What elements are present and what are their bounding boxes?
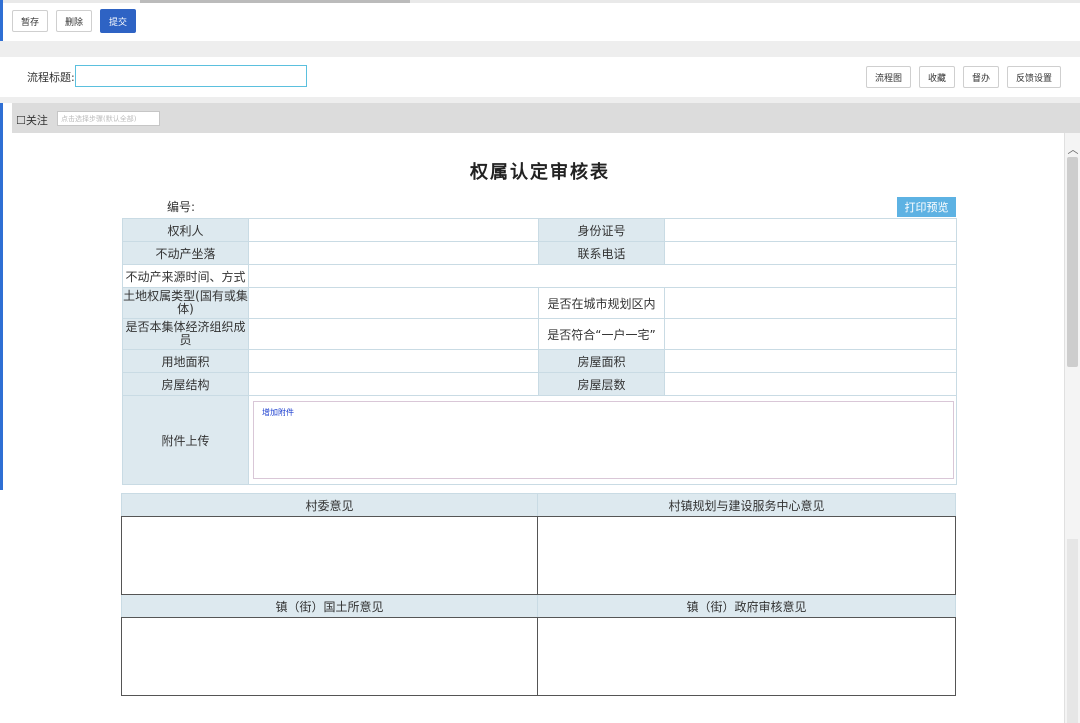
opinion-table: 村委意见 村镇规划与建设服务中心意见 镇（街）国土所意见 镇（街）政府审核意见: [121, 493, 956, 696]
location-label: 不动产坐落: [122, 241, 249, 265]
vertical-scrollbar[interactable]: ︿: [1064, 133, 1080, 723]
top-divider: [0, 0, 1080, 3]
land-office-opinion-header: 镇（街）国土所意见: [121, 594, 538, 618]
right-holder-field[interactable]: [248, 218, 539, 242]
id-number-label: 身份证号: [538, 218, 665, 242]
phone-field[interactable]: [664, 241, 957, 265]
collective-member-field[interactable]: [248, 318, 539, 350]
title-row: 流程标题: 流程图 收藏 督办 反馈设置: [0, 57, 1080, 97]
action-buttons: 流程图 收藏 督办 反馈设置: [865, 66, 1061, 88]
land-type-field[interactable]: [248, 287, 539, 319]
follow-bar: ☐关注 点击选择步骤(默认全部): [12, 103, 1080, 133]
house-area-label: 房屋面积: [538, 349, 665, 373]
source-field[interactable]: [248, 264, 957, 288]
floors-field[interactable]: [664, 372, 957, 396]
land-office-opinion-field[interactable]: [121, 617, 538, 696]
land-type-label: 土地权属类型(国有或集体): [122, 287, 249, 319]
scrollbar-thumb[interactable]: [1067, 157, 1078, 367]
step-select[interactable]: 点击选择步骤(默认全部): [57, 111, 160, 126]
property-form-table: 权利人 身份证号 不动产坐落 联系电话 不动产来源时间、方式 土地权属类型(国有…: [122, 218, 957, 485]
in-planning-label: 是否在城市规划区内: [538, 287, 665, 319]
delete-button[interactable]: 删除: [56, 10, 93, 32]
planning-center-opinion-field[interactable]: [537, 516, 956, 595]
feedback-settings-button[interactable]: 反馈设置: [1006, 66, 1061, 88]
supervise-button[interactable]: 督办: [962, 66, 999, 88]
attachment-box: 增加附件: [253, 401, 954, 479]
planning-center-opinion-header: 村镇规划与建设服务中心意见: [537, 493, 956, 517]
follow-checkbox[interactable]: ☐关注: [16, 112, 48, 128]
add-attachment-link[interactable]: 增加附件: [262, 407, 294, 418]
village-committee-opinion-header: 村委意见: [121, 493, 538, 517]
land-area-field[interactable]: [248, 349, 539, 373]
right-holder-label: 权利人: [122, 218, 249, 242]
source-label: 不动产来源时间、方式: [122, 264, 249, 288]
phone-label: 联系电话: [538, 241, 665, 265]
structure-field[interactable]: [248, 372, 539, 396]
id-number-field[interactable]: [664, 218, 957, 242]
process-title-input[interactable]: [75, 65, 307, 87]
submit-button[interactable]: 提交: [100, 9, 137, 33]
government-opinion-field[interactable]: [537, 617, 956, 696]
top-divider-accent: [140, 0, 410, 3]
scroll-up-arrow-icon[interactable]: ︿: [1065, 141, 1080, 157]
attachment-cell: 增加附件: [248, 395, 957, 485]
separator-band: [0, 41, 1080, 57]
structure-label: 房屋结构: [122, 372, 249, 396]
government-opinion-header: 镇（街）政府审核意见: [537, 594, 956, 618]
house-area-field[interactable]: [664, 349, 957, 373]
print-preview-button[interactable]: 打印预览: [897, 197, 956, 217]
attachment-label: 附件上传: [122, 395, 249, 485]
flowchart-button[interactable]: 流程图: [865, 66, 911, 88]
process-title-label: 流程标题:: [27, 71, 75, 84]
save-draft-button[interactable]: 暂存: [12, 10, 49, 32]
serial-number-label: 编号:: [167, 200, 196, 214]
floors-label: 房屋层数: [538, 372, 665, 396]
location-field[interactable]: [248, 241, 539, 265]
collective-member-label: 是否本集体经济组织成员: [122, 318, 249, 350]
village-committee-opinion-field[interactable]: [121, 516, 538, 595]
in-planning-field[interactable]: [664, 287, 957, 319]
form-title: 权属认定审核表: [470, 162, 610, 183]
one-household-field[interactable]: [664, 318, 957, 350]
toolbar: 暂存 删除 提交: [12, 9, 137, 33]
land-area-label: 用地面积: [122, 349, 249, 373]
favorite-button[interactable]: 收藏: [918, 66, 955, 88]
scrollbar-track-segment: [1067, 539, 1078, 723]
one-household-label: 是否符合“一户一宅”: [538, 318, 665, 350]
